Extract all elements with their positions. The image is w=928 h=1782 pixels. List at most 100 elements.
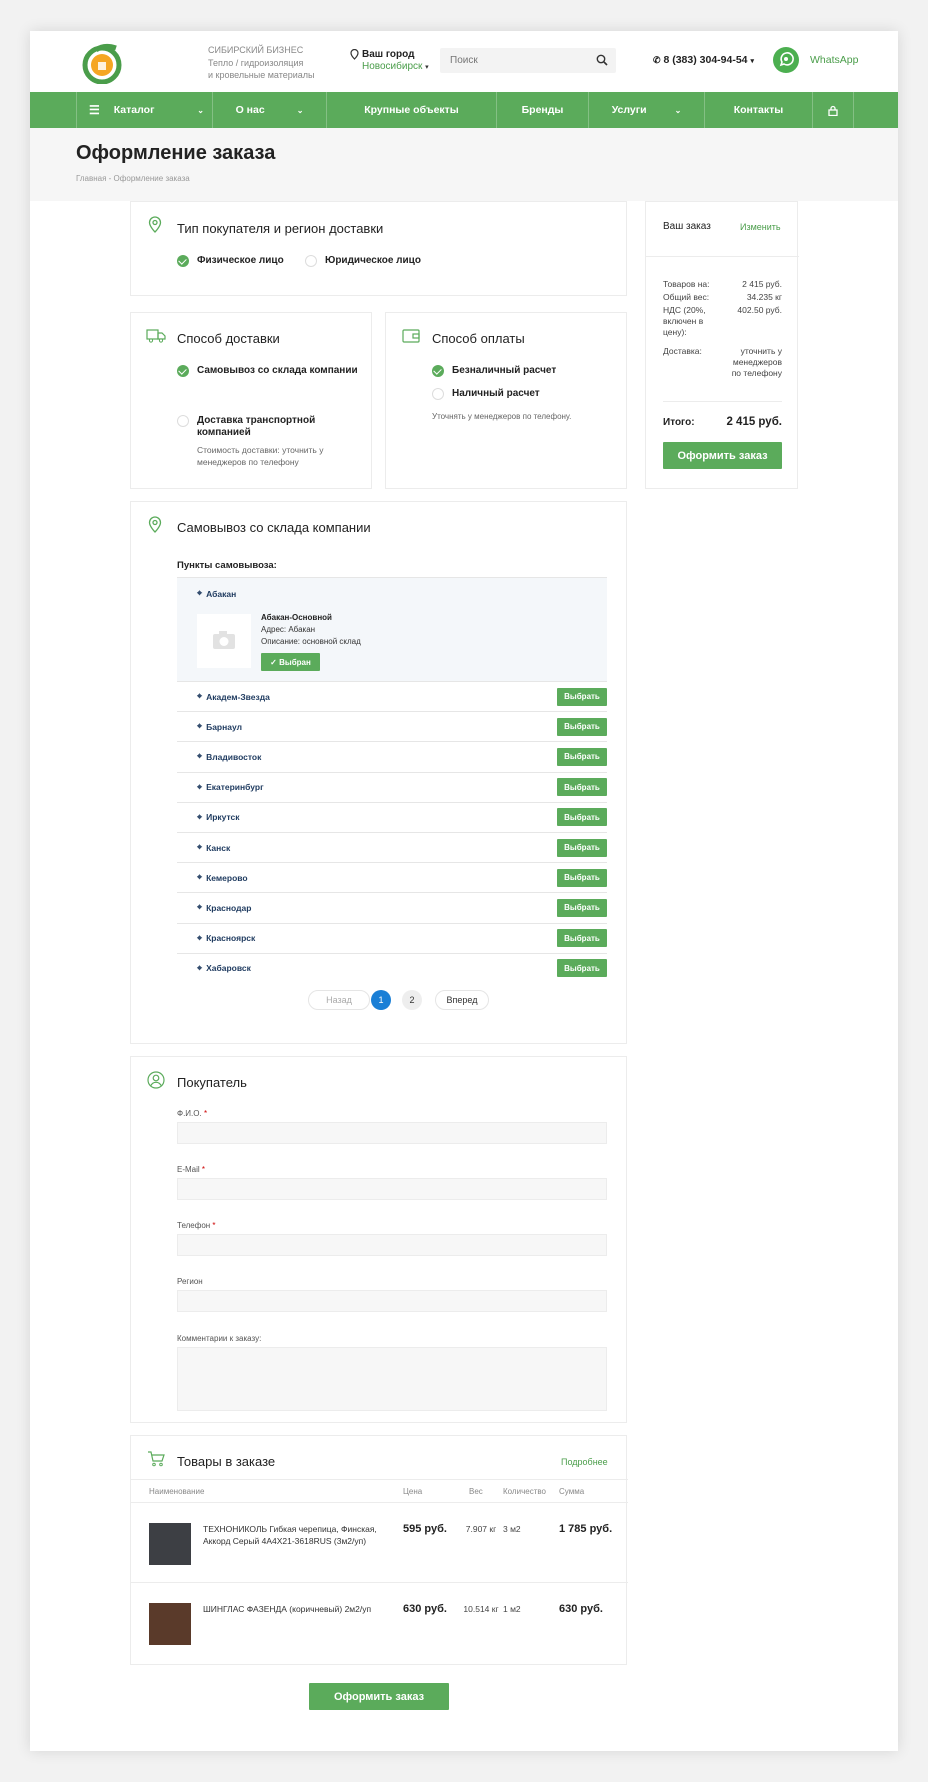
radio-legal[interactable]: Юридическое лицо [305, 255, 421, 267]
choose-button[interactable]: Выбрать [557, 898, 607, 917]
pickup-point-row[interactable]: ⌖ Канск Выбрать [177, 832, 607, 862]
choose-button[interactable]: Выбрать [557, 929, 607, 948]
goods-more-link[interactable]: Подробнее [561, 1457, 608, 1467]
radio-pickup[interactable]: Самовывоз со склада компании [177, 365, 367, 377]
pickup-point-row[interactable]: ⌖ Кемерово Выбрать [177, 862, 607, 892]
whatsapp-icon[interactable] [773, 47, 799, 73]
pickup-point-row[interactable]: ⌖ Владивосток Выбрать [177, 741, 607, 771]
pickup-point-name: Иркутск [206, 812, 240, 823]
product-qty: 3 м2 [503, 1524, 521, 1534]
city-name[interactable]: Новосибирск [362, 61, 422, 72]
pickup-point-name: Владивосток [206, 751, 262, 762]
summary-value: 34.235 кг [746, 292, 782, 302]
phone[interactable]: ✆ 8 (383) 304-94-54 ▾ [653, 54, 754, 66]
summary-value: 402.50 руб. [737, 305, 782, 315]
checked-radio-icon [432, 365, 444, 377]
main-nav: ☰ Каталог ⌄ О нас ⌄ Крупные объекты Брен… [30, 92, 898, 128]
comment-textarea[interactable] [177, 1347, 607, 1411]
choose-button[interactable]: Выбрать [557, 687, 607, 706]
pickup-point-row[interactable]: ⌖ Барнаул Выбрать [177, 711, 607, 741]
pickup-point-row[interactable]: ⌖ Екатеринбург Выбрать [177, 771, 607, 802]
product-thumbnail[interactable] [149, 1523, 191, 1565]
map-pin-icon: ⌖ [197, 588, 203, 598]
summary-submit-button[interactable]: Оформить заказ [663, 442, 782, 469]
product-name[interactable]: ТЕХНОНИКОЛЬ Гибкая черепица, Финская, Ак… [203, 1523, 388, 1547]
choose-button[interactable]: Выбрать [557, 868, 607, 887]
pickup-point-name: Хабаровск [206, 963, 251, 974]
summary-label: Доставка: [663, 346, 702, 356]
product-thumbnail[interactable] [149, 1603, 191, 1645]
pickup-point: ⌖ Красноярск [177, 933, 255, 944]
nav-item-services[interactable]: Услуги ⌄ [588, 92, 704, 128]
nav-item-contacts[interactable]: Контакты [704, 92, 812, 128]
pickup-point-name: Краснодар [206, 902, 252, 913]
option-label: Доставка транспортной компанией [197, 415, 316, 438]
choose-button[interactable]: Выбрать [557, 838, 607, 857]
product-name[interactable]: ШИНГЛАС ФАЗЕНДА (коричневый) 2м2/уп [203, 1603, 388, 1615]
nav-item-about[interactable]: О нас ⌄ [212, 92, 326, 128]
delivery-card: Способ доставки Самовывоз со склада комп… [130, 312, 372, 489]
choose-button-label: Выбрать [564, 692, 600, 701]
pager-prev[interactable]: Назад [308, 990, 370, 1010]
pickup-point-row[interactable]: ⌖ Иркутск Выбрать [177, 801, 607, 832]
email-field[interactable] [177, 1178, 607, 1200]
map-pin-icon: ⌖ [197, 691, 203, 701]
radio-icon [432, 388, 444, 400]
pickup-city-name: Абакан [206, 588, 237, 599]
checked-radio-icon [177, 365, 189, 377]
tagline-line-1: СИБИРСКИЙ БИЗНЕС [208, 45, 304, 55]
breadcrumb[interactable]: Главная - Оформление заказа [76, 174, 190, 183]
pickup-selected[interactable]: ⌖ Абакан Абакан-Основной Адрес: Абакан Оп… [177, 577, 607, 681]
section-title: Покупатель [177, 1075, 247, 1090]
pickup-point-name: Барнаул [206, 721, 242, 732]
nav-item-brands[interactable]: Бренды [496, 92, 588, 128]
option-label: Юридическое лицо [325, 255, 421, 266]
pickup-point: ⌖ Академ-Звезда [177, 691, 270, 702]
city-title: Ваш город [362, 49, 415, 60]
region-field[interactable] [177, 1290, 607, 1312]
whatsapp-link[interactable]: WhatsApp [810, 54, 858, 66]
nav-item-projects[interactable]: Крупные объекты [326, 92, 496, 128]
pickup-subtitle: Пункты самовывоза: [177, 560, 277, 571]
selected-button[interactable]: ✓ Выбран [261, 653, 320, 671]
choose-button-label: Выбрать [564, 782, 600, 792]
pager-page-1[interactable]: 1 [371, 990, 391, 1010]
search-input[interactable] [440, 48, 590, 73]
summary-edit-link[interactable]: Изменить [740, 222, 781, 232]
choose-button[interactable]: Выбрать [557, 717, 607, 736]
search-box[interactable] [440, 48, 616, 73]
name-field[interactable] [177, 1122, 607, 1144]
pickup-point-row[interactable]: ⌖ Хабаровск Выбрать [177, 952, 607, 983]
submit-order-button[interactable]: Оформить заказ [309, 1683, 449, 1710]
pager-page-2[interactable]: 2 [402, 990, 422, 1010]
order-summary: Ваш заказ Изменить Товаров на: 2 415 руб… [645, 201, 799, 489]
nav-item-label: Контакты [733, 104, 784, 116]
pickup-point-row[interactable]: ⌖ Красноярск Выбрать [177, 922, 607, 953]
choose-button[interactable]: Выбрать [557, 778, 607, 797]
city-selector[interactable]: Ваш город Новосибирск ▾ [350, 49, 429, 74]
radio-transport[interactable]: Доставка транспортной компанией [177, 415, 347, 439]
payment-card: Способ оплаты Безналичный расчет Наличны… [385, 312, 627, 489]
lock-icon [828, 105, 838, 116]
phone-number[interactable]: 8 (383) 304-94-54 [663, 54, 747, 66]
choose-button[interactable]: Выбрать [557, 747, 607, 766]
nav-item-lock[interactable] [812, 92, 854, 128]
phone-field[interactable] [177, 1234, 607, 1256]
choose-button[interactable]: Выбрать [557, 808, 607, 827]
radio-cash[interactable]: Наличный расчет [432, 388, 540, 400]
logo[interactable] [82, 42, 124, 84]
search-icon[interactable] [596, 54, 608, 66]
choose-button[interactable]: Выбрать [557, 959, 607, 978]
section-title: Тип покупателя и регион доставки [177, 221, 384, 236]
pickup-point-name: Кемерово [206, 872, 248, 883]
field-label-comment: Комментарии к заказу: [177, 1334, 262, 1343]
radio-individual[interactable]: Физическое лицо [177, 255, 284, 267]
summary-label: НДС (20%, включен в цену): [663, 305, 706, 337]
product-sum: 1 785 руб. [559, 1523, 613, 1535]
pickup-point-row[interactable]: ⌖ Краснодар Выбрать [177, 892, 607, 922]
radio-cashless[interactable]: Безналичный расчет [432, 365, 556, 377]
pickup-point-row[interactable]: ⌖ Академ-Звезда Выбрать [177, 681, 607, 711]
map-pin-icon: ⌖ [197, 962, 203, 973]
pager-next[interactable]: Вперед [435, 990, 489, 1010]
nav-item-catalog[interactable]: ☰ Каталог ⌄ [76, 92, 212, 128]
